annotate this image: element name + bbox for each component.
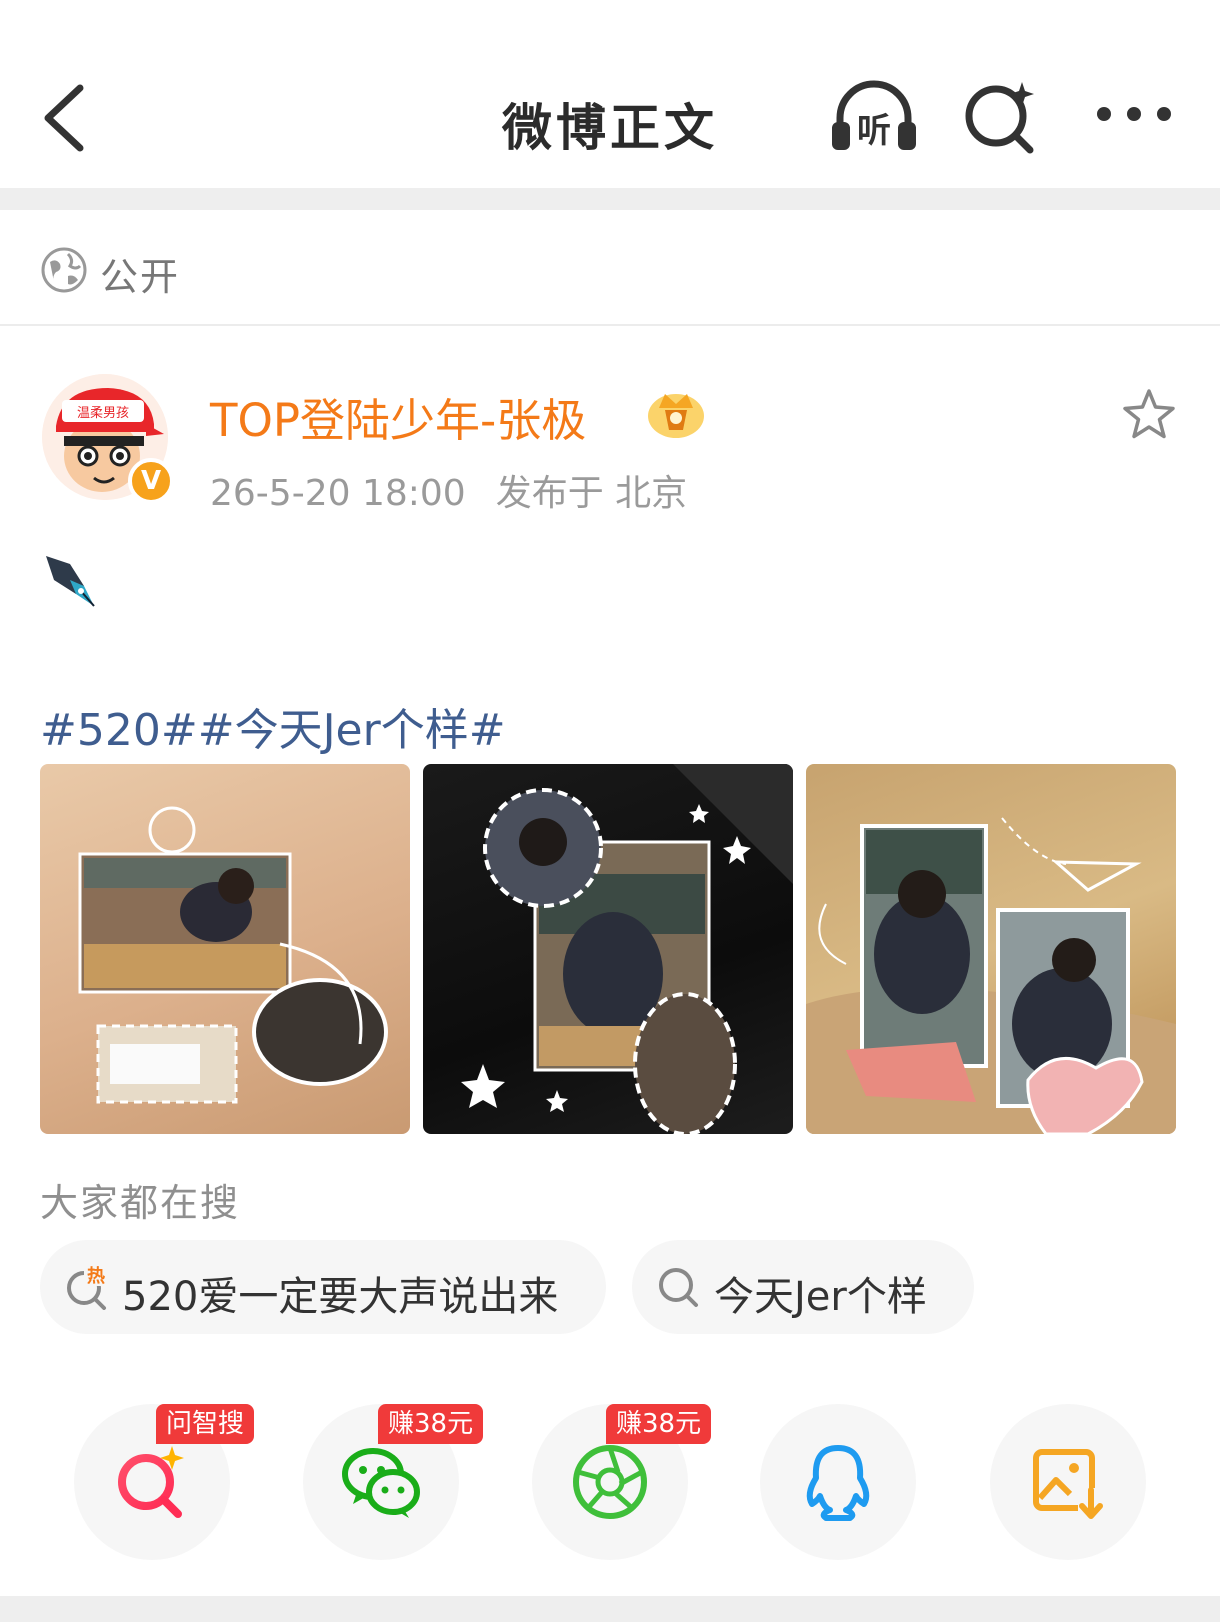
moments-icon [573,1445,647,1519]
hashtag-520[interactable]: #520# [40,705,198,756]
section-divider [0,188,1220,210]
save-image-button[interactable] [990,1404,1146,1560]
trending-chip-jer[interactable]: 今天Jer个样 [632,1240,974,1334]
hot-search-icon: 热 [67,1264,108,1310]
trending-chip-label: 今天Jer个样 [714,1274,927,1320]
post-location: 发布于 北京 [495,473,688,514]
avatar-cap-text: 温柔男孩 [77,406,129,421]
post-image-3[interactable] [806,764,1176,1134]
fountain-pen-emoji-icon [46,556,95,607]
ai-search-header-icon[interactable] [956,78,1052,158]
search-icon [659,1268,698,1307]
crown-member-icon[interactable] [645,386,707,440]
post-image-2[interactable] [423,764,793,1134]
classroom-collage-1 [78,806,388,1104]
visibility-label: 公开 [100,255,181,299]
author-name[interactable]: TOP登陆少年-张极 [210,384,586,449]
trending-chip-520[interactable]: 热 520爱一定要大声说出来 [40,1240,606,1334]
trending-heading: 大家都在搜 [40,1181,241,1225]
hot-search-mark: 热 [87,1265,105,1287]
top-bar: 微博正文 听 [0,0,1220,188]
share-badge-moments: 赚38元 [606,1404,712,1444]
share-qq-button[interactable] [760,1404,916,1560]
favorite-star-icon[interactable] [1120,386,1178,444]
hashtag-jer[interactable]: #今天Jer个样# [198,705,506,756]
more-options-icon[interactable] [1086,78,1182,158]
post-time: 26-5-20 18:00 [210,473,466,514]
save-image-icon [1033,1449,1104,1520]
hashtag-line: #520##今天Jer个样# [40,694,506,758]
classroom-collage-3 [806,817,1176,1134]
listen-headphones-icon[interactable]: 听 [826,78,922,158]
wechat-icon [342,1448,420,1518]
verified-badge: V [128,458,174,504]
bottom-divider [0,1596,1220,1622]
share-badge-ai: 问智搜 [156,1404,255,1444]
qq-icon [806,1445,870,1521]
post-meta: 26-5-20 18:00 发布于 北京 [210,464,687,516]
classroom-collage-2 [461,764,793,1134]
share-badge-wechat: 赚38元 [378,1404,484,1444]
ai-search-icon [118,1446,184,1518]
post-image-1[interactable] [40,764,410,1134]
trending-chip-label: 520爱一定要大声说出来 [122,1274,559,1320]
globe-icon [41,247,87,293]
visibility-row: 公开 [0,210,1220,326]
listen-glyph: 听 [857,111,891,151]
